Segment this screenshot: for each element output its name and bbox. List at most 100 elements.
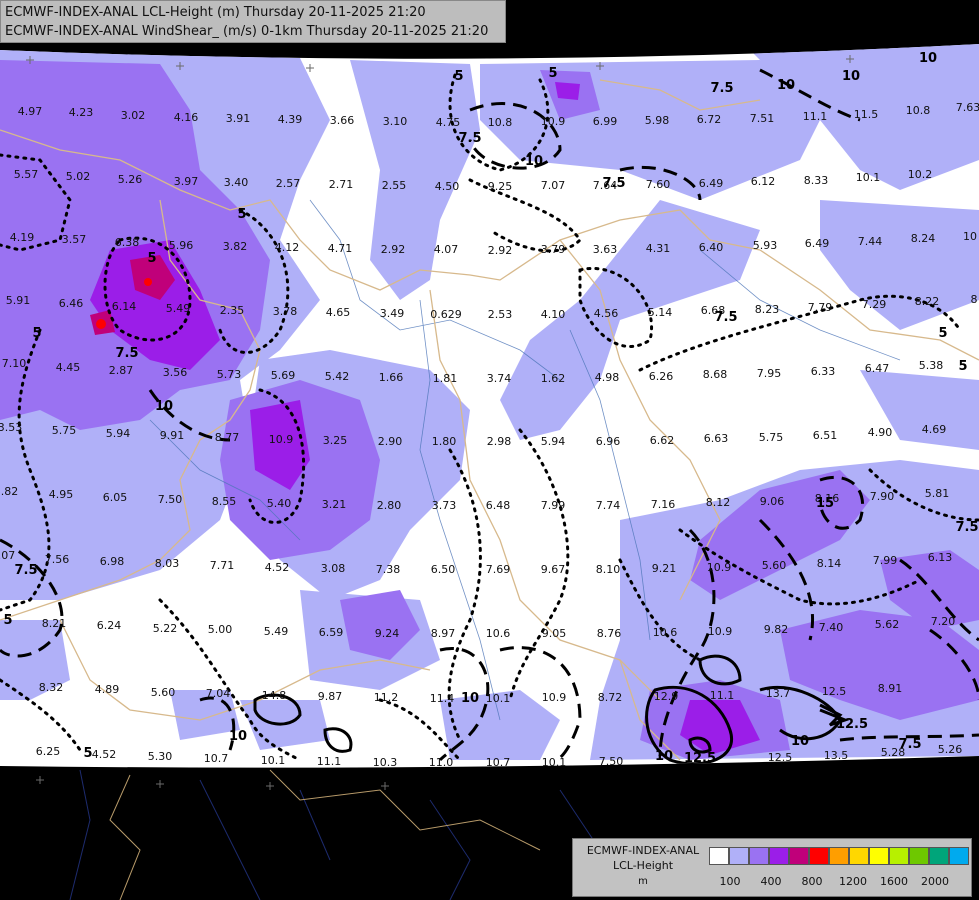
map-value-label: 5.91 [6, 294, 31, 307]
map-value-label: 4.50 [435, 180, 460, 193]
map-value-label: 6.25 [36, 745, 61, 758]
contour-label: 10 [229, 729, 247, 744]
map-value-label: 6.62 [650, 434, 675, 447]
map-value-label: 10.7 [486, 756, 511, 769]
map-value-label: 10.1 [486, 692, 511, 705]
map-value-label: 9.21 [652, 562, 677, 575]
map-value-label: 5.81 [925, 487, 950, 500]
contour-label: 10 [525, 154, 543, 169]
map-value-label: 6.26 [649, 370, 674, 383]
map-value-label: 8.24 [911, 232, 936, 245]
legend-swatch [869, 847, 889, 865]
map-value-label: 5.40 [267, 497, 292, 510]
legend-tick-label: 1600 [880, 875, 908, 888]
map-value-label: 10.3 [373, 756, 398, 769]
map-value-label: 10.8 [906, 104, 931, 117]
map-value-label: 4.39 [278, 113, 303, 126]
map-value-label: 3.73 [432, 499, 457, 512]
map-value-label: 4.52 [265, 561, 290, 574]
map-value-label: 5.02 [66, 170, 91, 183]
map-value-label: 2.92 [381, 243, 406, 256]
legend-model-name: ECMWF-INDEX-ANAL [586, 844, 700, 857]
map-value-label: 8.14 [817, 557, 842, 570]
map-value-label: 5.98 [645, 114, 670, 127]
contour-label: 7.5 [602, 176, 625, 191]
map-value-label: 4.90 [868, 426, 893, 439]
map-value-label: 5.60 [762, 559, 787, 572]
map-value-label: 5.96 [169, 239, 194, 252]
map-value-label: 3.91 [226, 112, 251, 125]
map-value-label: 10.9 [269, 433, 294, 446]
map-value-label: 8.03 [155, 557, 180, 570]
map-value-label: 7.44 [858, 235, 883, 248]
map-value-label: 1.62 [541, 372, 566, 385]
map-value-label: 2.53 [488, 308, 513, 321]
map-value-label: 3.78 [273, 305, 298, 318]
map-value-label: 7.60 [646, 178, 671, 191]
contour-label: 5 [938, 326, 947, 341]
contour-label: 5 [237, 207, 246, 222]
map-value-label: 7.95 [757, 367, 782, 380]
contour-label: 10 [155, 399, 173, 414]
map-value-label: 1.81 [433, 372, 458, 385]
map-value-label: 9.05 [542, 627, 567, 640]
map-value-label: 4.75 [436, 116, 461, 129]
map-value-label: 3.56 [163, 366, 188, 379]
contour-label: 7.5 [14, 563, 37, 578]
map-value-label: 4.10 [541, 308, 566, 321]
map-value-label: 6.59 [319, 626, 344, 639]
map-value-label: 11.1 [317, 755, 342, 768]
map-value-label: 5.38 [919, 359, 944, 372]
map-value-label: 7.10 [2, 357, 27, 370]
map-value-label: 5.94 [106, 427, 131, 440]
map-value-label: 6.05 [103, 491, 128, 504]
map-value-label: 4.07 [434, 243, 459, 256]
map-value-label: 10.1 [856, 171, 881, 184]
map-value-label: 5.69 [271, 369, 296, 382]
map-value-label: 5.60 [151, 686, 176, 699]
legend-swatch [949, 847, 969, 865]
map-value-label: 0.629 [430, 308, 462, 321]
map-value-label: 3.08 [321, 562, 346, 575]
map-value-label: 6.14 [112, 300, 137, 313]
map-value-label: 6.98 [100, 555, 125, 568]
map-value-label: 11.1 [710, 689, 735, 702]
map-value-label: 10.2 [908, 168, 933, 181]
color-legend: ECMWF-INDEX-ANAL LCL-Height m 100 400 800 1… [572, 838, 972, 897]
contour-label: 15 [816, 496, 834, 511]
map-value-label: 8.32 [39, 681, 64, 694]
map-value-label: 2.71 [329, 178, 354, 191]
map-value-label: 3.25 [323, 434, 348, 447]
map-value-label: 3.49 [380, 307, 405, 320]
legend-tick-label: 800 [801, 875, 823, 888]
map-value-label: 6.13 [928, 551, 953, 564]
contour-label: 7.5 [714, 310, 737, 325]
map-value-label: 11.0 [429, 756, 454, 769]
legend-tick-label: 2000 [921, 875, 949, 888]
map-value-label: 9.24 [375, 627, 400, 640]
contour-label: 5 [147, 251, 156, 266]
map-value-label: 10.7 [204, 752, 229, 765]
map-value-label: 10 [963, 230, 977, 243]
contour-label: 10 [791, 734, 809, 749]
map-value-label: 9.91 [160, 429, 185, 442]
contour-label: 7.5 [115, 346, 138, 361]
map-value-label: 14.8 [262, 689, 287, 702]
map-value-label: 7.38 [376, 563, 401, 576]
map-value-label: 9.87 [318, 690, 343, 703]
map-value-label: 4.95 [49, 488, 74, 501]
map-value-label: 7.90 [870, 490, 895, 503]
map-value-label: 1.66 [379, 371, 404, 384]
map-value-label: 10.1 [261, 754, 286, 767]
map-value-label: 11.5 [854, 108, 879, 121]
contour-label: 5 [454, 69, 463, 84]
map-value-label: 3.82 [223, 240, 248, 253]
map-value-label: 5.75 [52, 424, 77, 437]
map-value-label: 7.40 [819, 621, 844, 634]
map-value-label: 5.94 [541, 435, 566, 448]
map-value-label: 10.9 [542, 691, 567, 704]
map-value-label: 10.1 [542, 756, 567, 769]
map-value-label: 7.56 [45, 553, 70, 566]
contour-label: 10 [655, 749, 673, 764]
map-value-label: 2.92 [488, 244, 513, 257]
